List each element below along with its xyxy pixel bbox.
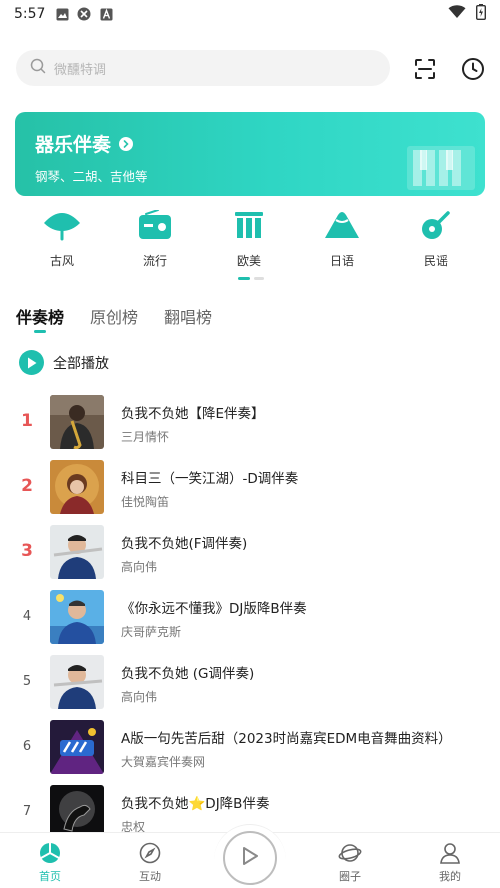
status-bar: 5:57 xyxy=(0,0,500,28)
list-item[interactable]: 5 负我不负她 (G调伴奏) 高向伟 xyxy=(0,654,500,710)
nav-label: 首页 xyxy=(39,870,61,883)
category-label: 古风 xyxy=(49,254,74,268)
song-cover xyxy=(50,460,104,514)
song-cover xyxy=(50,655,104,709)
nav-label: 圈子 xyxy=(339,870,361,883)
a-notification-icon xyxy=(99,7,113,21)
song-cover xyxy=(50,525,104,579)
category-gufeng[interactable]: 古风 xyxy=(22,208,102,269)
category-label: 流行 xyxy=(142,254,167,268)
fan-icon xyxy=(42,208,82,242)
nav-home[interactable]: 首页 xyxy=(20,841,80,884)
center-play-button[interactable] xyxy=(223,831,277,885)
chart-tabs: 伴奏榜 原创榜 翻唱榜 xyxy=(16,304,212,333)
nav-label: 我的 xyxy=(439,870,461,883)
piano-keys-decoration xyxy=(407,146,475,190)
list-item[interactable]: 6 A版一句先苦后甜（2023时尚嘉宾EDM电音舞曲资料） 大賀嘉宾伴奏网 xyxy=(0,719,500,775)
play-icon xyxy=(242,847,258,869)
list-item[interactable]: 1 负我不负她【降E伴奏】 三月情怀 xyxy=(0,394,500,450)
song-artist: 庆哥萨克斯 xyxy=(121,625,182,639)
list-item[interactable]: 4 《你永远不懂我》DJ版降B伴奏 庆哥萨克斯 xyxy=(0,589,500,645)
song-artist: 高向伟 xyxy=(121,690,158,704)
song-rank: 5 xyxy=(22,674,32,689)
nav-circle[interactable]: 圈子 xyxy=(320,841,380,884)
guitar-icon xyxy=(416,208,456,242)
tab-accompaniment-chart[interactable]: 伴奏榜 xyxy=(16,304,64,333)
song-artist: 三月情怀 xyxy=(121,430,170,444)
song-title: 负我不负她【降E伴奏】 xyxy=(121,406,265,422)
song-rank: 1 xyxy=(21,411,33,431)
song-title: 科目三（一笑江湖）-D调伴奏 xyxy=(121,471,299,487)
song-title: 负我不负她⭐DJ降B伴奏 xyxy=(121,796,270,812)
nav-me[interactable]: 我的 xyxy=(420,841,480,884)
search-input[interactable]: 微醺特调 xyxy=(16,50,390,86)
category-riyu[interactable]: 日语 xyxy=(302,208,382,269)
list-item[interactable]: 3 负我不负她(F调伴奏) 高向伟 xyxy=(0,524,500,580)
category-minyao[interactable]: 民谣 xyxy=(396,208,476,269)
planet-icon xyxy=(338,841,362,865)
category-label: 民谣 xyxy=(423,254,448,268)
compass-icon xyxy=(138,841,162,865)
banner-title: 器乐伴奏 xyxy=(35,130,134,157)
tab-original-chart[interactable]: 原创榜 xyxy=(90,304,138,328)
category-oumei[interactable]: 欧美 xyxy=(209,208,289,269)
status-time: 5:57 xyxy=(14,6,46,22)
page-dot xyxy=(254,277,264,280)
history-clock-icon[interactable] xyxy=(459,55,487,83)
image-notification-icon xyxy=(55,7,69,21)
banner-title-text: 器乐伴奏 xyxy=(35,134,112,156)
song-title: 《你永远不懂我》DJ版降B伴奏 xyxy=(121,601,307,617)
radio-icon xyxy=(135,208,175,242)
search-icon xyxy=(30,58,46,78)
user-icon xyxy=(438,841,462,865)
list-item[interactable]: 2 科目三（一笑江湖）-D调伴奏 佳悦陶笛 xyxy=(0,459,500,515)
song-artist: 大賀嘉宾伴奏网 xyxy=(121,755,206,769)
home-icon xyxy=(38,841,62,865)
play-all-label: 全部播放 xyxy=(53,355,109,372)
play-circle-icon xyxy=(19,350,44,375)
category-label: 欧美 xyxy=(236,254,261,268)
banner-subtitle: 钢琴、二胡、吉他等 xyxy=(35,169,148,184)
song-rank: 3 xyxy=(21,541,33,561)
song-rank: 6 xyxy=(22,739,32,754)
song-artist: 佳悦陶笛 xyxy=(121,495,170,509)
song-rank: 2 xyxy=(21,476,33,496)
battery-icon xyxy=(475,4,487,24)
song-cover xyxy=(50,720,104,774)
song-title: A版一句先苦后甜（2023时尚嘉宾EDM电音舞曲资料） xyxy=(121,731,452,747)
category-row: 古风 流行 欧美 日语 民谣 xyxy=(0,208,500,278)
category-liuxing[interactable]: 流行 xyxy=(115,208,195,269)
song-cover xyxy=(50,785,104,839)
tab-cover-chart[interactable]: 翻唱榜 xyxy=(164,304,212,328)
song-cover xyxy=(50,395,104,449)
scan-icon[interactable] xyxy=(411,55,439,83)
app-notification-icon xyxy=(77,7,91,21)
page-dot-active xyxy=(238,277,250,280)
chevron-right-icon xyxy=(119,136,134,151)
instrumental-banner[interactable]: 器乐伴奏 钢琴、二胡、吉他等 xyxy=(15,112,485,196)
song-rank: 7 xyxy=(22,804,32,819)
nav-label: 互动 xyxy=(139,870,161,883)
song-title: 负我不负她 (G调伴奏) xyxy=(121,666,255,682)
song-artist: 高向伟 xyxy=(121,560,158,574)
wifi-icon xyxy=(448,5,466,23)
nav-interact[interactable]: 互动 xyxy=(120,841,180,884)
search-placeholder: 微醺特调 xyxy=(54,62,107,78)
category-label: 日语 xyxy=(329,254,354,268)
building-icon xyxy=(229,208,269,242)
song-title: 负我不负她(F调伴奏) xyxy=(121,536,248,552)
mountain-icon xyxy=(322,208,362,242)
category-page-indicator xyxy=(238,277,264,280)
play-all-button[interactable]: 全部播放 xyxy=(19,350,109,375)
song-rank: 4 xyxy=(22,609,32,624)
song-cover xyxy=(50,590,104,644)
